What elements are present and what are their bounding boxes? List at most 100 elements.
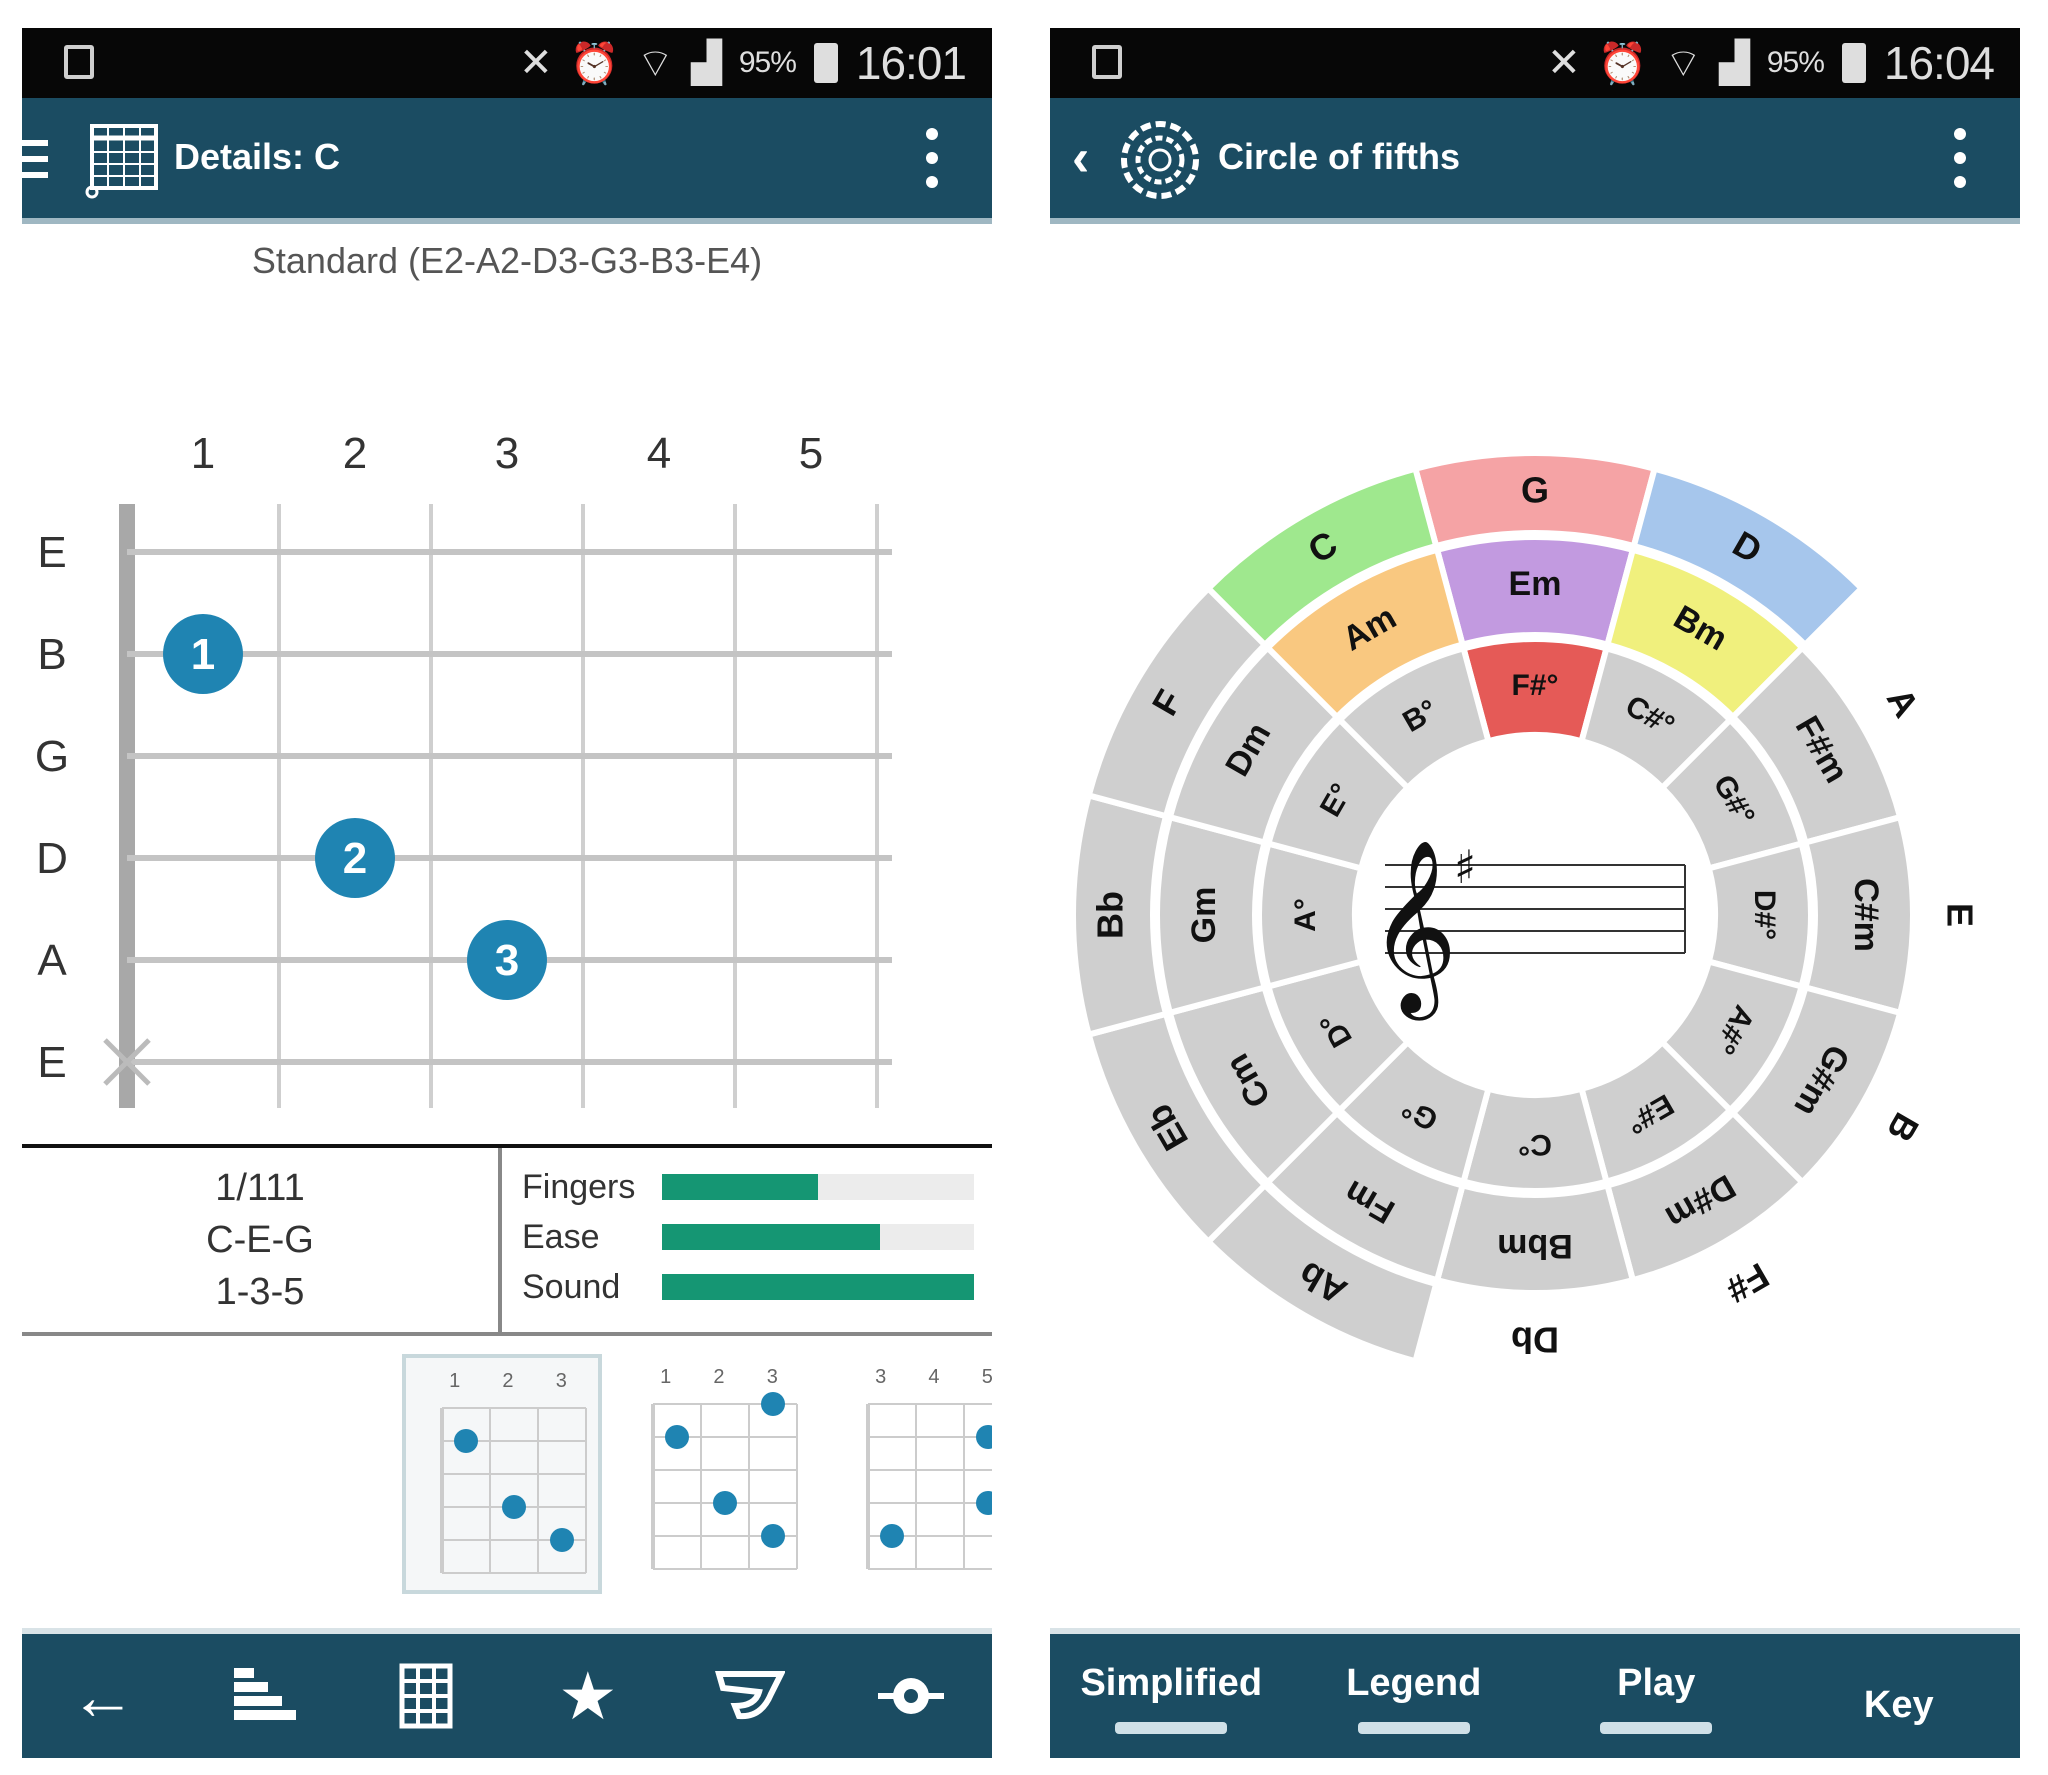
rating-bar <box>662 1274 974 1300</box>
signal-icon: ▟ <box>1719 41 1750 85</box>
chord-ratings: Fingers Ease Sound <box>522 1162 982 1312</box>
back-arrow-icon[interactable]: ← <box>22 1634 184 1758</box>
string-name: E <box>37 1038 66 1087</box>
clock: 16:04 <box>1883 37 1995 89</box>
fret-number: 5 <box>799 429 823 478</box>
thumbnail-diagram <box>866 1403 992 1570</box>
page-title: Circle of fifths <box>1218 136 1461 177</box>
chord-chart-icon <box>85 124 158 199</box>
rating-bar <box>662 1224 974 1250</box>
bars-icon[interactable] <box>184 1634 346 1758</box>
status-bar: ✕ ⏰ ⌔ ▟ 95% 16:01 <box>22 28 992 98</box>
wifi-icon: ⌔ <box>1664 42 1702 86</box>
dim-key-label: F#° <box>1511 669 1558 702</box>
page-title: Details: C <box>174 136 341 177</box>
tab-play[interactable]: Play <box>1535 1634 1778 1758</box>
thumbnail-dot <box>761 1392 785 1416</box>
pick-icon[interactable] <box>830 1634 992 1758</box>
rating-bar-fill <box>662 1174 818 1200</box>
string-name: G <box>35 732 69 781</box>
string-name: E <box>37 528 66 577</box>
fretboard[interactable]: E B G D A E 1 2 3 4 5 1 2 3 <box>22 408 992 1128</box>
fret-number: 3 <box>495 429 519 478</box>
rating-bar <box>662 1174 974 1200</box>
fret-number: 1 <box>191 429 215 478</box>
tab-simplified[interactable]: Simplified <box>1050 1634 1293 1758</box>
wifi-icon: ⌔ <box>636 42 674 86</box>
tab-label: Play <box>1617 1662 1696 1704</box>
dim-key-label: C° <box>1518 1128 1552 1161</box>
treble-clef-icon: 𝄞 <box>1369 839 1458 1021</box>
major-key-label: E <box>1939 903 1980 927</box>
tab-indicator <box>1600 1722 1713 1734</box>
circle-of-fifths-screen: ✕ ⏰ ⌔ ▟ 95% 16:04 ‹ Circle of fifths GDA… <box>1050 28 2020 1758</box>
tab-key[interactable]: Key <box>1778 1634 2021 1758</box>
rating-row: Sound <box>522 1262 982 1312</box>
gallery-notification-icon <box>64 45 94 79</box>
thumbnail-dot <box>454 1429 478 1453</box>
voicing-thumbnail[interactable]: 123 <box>617 1354 817 1594</box>
circle-of-fifths-wheel[interactable]: GDAEBF#DbAbEbBbFCEmBmF#mC#mG#mD#mBbmFmCm… <box>1068 448 2002 1382</box>
tuning-label: Standard (E2-A2-D3-G3-B3-E4) <box>251 240 763 281</box>
thumbnail-dot <box>502 1495 526 1519</box>
grid-icon[interactable] <box>345 1634 507 1758</box>
finger-number: 2 <box>343 834 367 883</box>
thumbnail-dot <box>761 1524 785 1548</box>
guitar-icon[interactable] <box>669 1634 831 1758</box>
voicing-thumbnail[interactable]: 123 <box>402 1354 602 1594</box>
more-options-icon[interactable] <box>926 128 938 188</box>
mute-icon: ✕ <box>1547 41 1581 85</box>
string-name: A <box>37 936 67 985</box>
menu-icon[interactable] <box>22 140 48 178</box>
rating-row: Ease <box>522 1212 982 1262</box>
rating-label: Ease <box>522 1217 600 1256</box>
alarm-icon: ⏰ <box>1597 41 1648 86</box>
tab-legend[interactable]: Legend <box>1293 1634 1536 1758</box>
back-chevron-icon[interactable]: ‹ <box>1072 128 1089 188</box>
rating-bar-fill <box>662 1274 974 1300</box>
string-name: B <box>37 630 66 679</box>
thumbnail-dot <box>976 1425 992 1449</box>
chord-notes: C-E-G <box>206 1219 314 1261</box>
finger-number: 3 <box>495 936 519 985</box>
chord-info-panel: 1/111 C-E-G 1-3-5 Fingers Ease Sound <box>22 1144 992 1336</box>
rating-label: Fingers <box>522 1167 636 1206</box>
tab-indicator <box>1357 1722 1470 1734</box>
fret-number: 2 <box>343 429 367 478</box>
major-key-label: Db <box>1511 1319 1559 1360</box>
minor-key-label: Gm <box>1185 887 1223 944</box>
battery-percent: 95% <box>1766 46 1825 79</box>
more-options-icon[interactable] <box>1954 128 1966 188</box>
thumbnail-dot <box>976 1491 992 1515</box>
minor-key-label: Bbm <box>1497 1227 1573 1265</box>
app-bar: Details: C <box>22 98 992 224</box>
tab-label: Legend <box>1346 1662 1482 1704</box>
battery-percent: 95% <box>738 46 797 79</box>
clock: 16:01 <box>855 37 967 89</box>
chord-intervals: 1-3-5 <box>215 1271 305 1313</box>
thumbnail-dot <box>665 1425 689 1449</box>
dim-key-label: D#° <box>1748 890 1781 940</box>
key-signature-sharp: ♯ <box>1454 840 1476 894</box>
thumbnail-diagram <box>440 1407 587 1574</box>
thumbnail-dot <box>550 1528 574 1552</box>
signal-icon: ▟ <box>691 41 722 85</box>
thumbnail-dot <box>880 1524 904 1548</box>
star-icon[interactable]: ★ <box>507 1634 669 1758</box>
voicing-thumbnails[interactable]: 123123345 <box>22 1338 992 1628</box>
fret-number: 4 <box>647 429 671 478</box>
voicing-thumbnail[interactable]: 345 <box>832 1354 992 1594</box>
dim-key-label: A° <box>1289 898 1322 932</box>
tab-indicator <box>1115 1722 1228 1734</box>
minor-key-label: Em <box>1509 565 1562 603</box>
bottom-tabs: Simplified Legend Play Key <box>1050 1628 2020 1758</box>
minor-key-label: C#m <box>1847 878 1885 952</box>
status-bar: ✕ ⏰ ⌔ ▟ 95% 16:04 <box>1050 28 2020 98</box>
tab-label: Simplified <box>1080 1662 1263 1704</box>
string-name: D <box>36 834 68 883</box>
battery-icon <box>1841 43 1866 83</box>
thumbnail-diagram <box>651 1392 798 1570</box>
circle-of-fifths-icon <box>1121 121 1199 199</box>
rating-row: Fingers <box>522 1162 982 1212</box>
alarm-icon: ⏰ <box>569 41 620 86</box>
